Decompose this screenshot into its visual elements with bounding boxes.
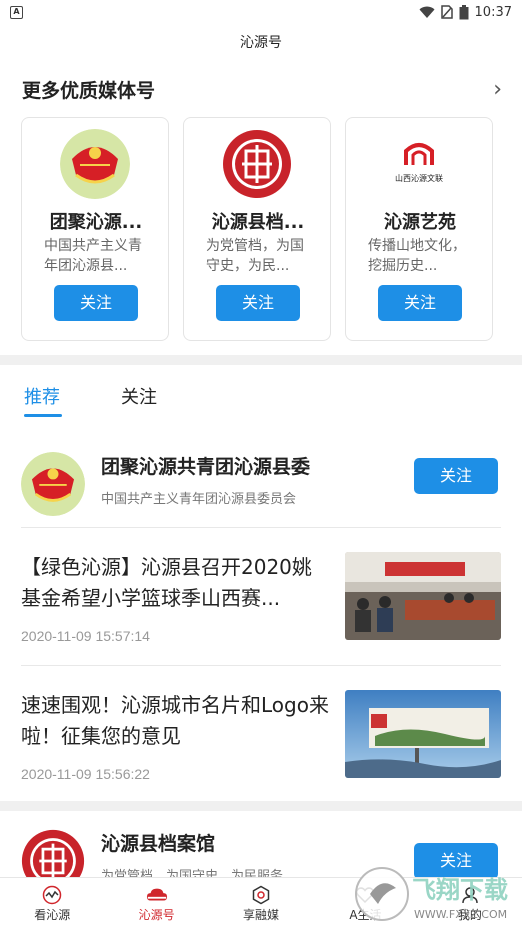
section-separator	[0, 355, 522, 365]
divider	[21, 527, 501, 528]
sim-icon	[440, 5, 453, 19]
wave-icon	[41, 884, 63, 906]
follow-button[interactable]: 关注	[54, 285, 138, 321]
nav-label: A生活	[349, 908, 382, 922]
account-row[interactable]: 团聚沁源共青团沁源县委 中国共产主义青年团沁源县委员会 关注	[0, 442, 522, 526]
follow-button[interactable]: 关注	[216, 285, 300, 321]
nav-label: 享融媒	[243, 908, 280, 922]
nav-label: 我的	[457, 908, 482, 922]
nav-item-look[interactable]: 看沁源	[0, 878, 104, 928]
tab-following[interactable]: 关注	[121, 383, 157, 409]
status-bar: A 10:37	[0, 0, 522, 24]
news-title: 速速围观！沁源城市名片和Logo来啦！征集您的意见	[21, 693, 329, 748]
arts-logo-text: 山西沁源文联	[395, 173, 443, 183]
account-name: 沁源县档案馆	[101, 833, 216, 855]
news-thumbnail	[345, 552, 501, 640]
nav-item-mine[interactable]: 我的	[418, 878, 522, 928]
account-desc: 中国共产主义青年团沁源县委员会	[101, 492, 297, 507]
follow-button[interactable]: 关注	[414, 843, 498, 879]
news-time: 2020-11-09 15:56:22	[21, 766, 150, 782]
page-title: 沁源号	[240, 35, 282, 51]
archives-logo-icon	[222, 129, 292, 199]
nav-item-qinyuanhao[interactable]: 沁源号	[104, 878, 208, 928]
battery-icon	[459, 4, 469, 19]
chevron-right-icon[interactable]: ›	[493, 77, 502, 102]
follow-button[interactable]: 关注	[414, 458, 498, 494]
media-card[interactable]: 沁源县档... 为党管档，为国守史，为民... 关注	[183, 117, 331, 341]
nav-item-life[interactable]: A生活	[313, 878, 417, 928]
media-card-desc: 中国共产主义青年团沁源县...	[44, 238, 142, 274]
divider	[21, 665, 501, 666]
youth-league-logo-icon	[21, 452, 85, 516]
arts-logo-icon: 山西沁源文联	[384, 129, 454, 199]
media-cards: 团聚沁源... 中国共产主义青年团沁源县... 关注 沁源县档... 为党管档，…	[21, 117, 493, 341]
section-separator	[0, 801, 522, 811]
news-item[interactable]: 【绿色沁源】沁源县召开2020姚基金希望小学篮球季山西赛... 2020-11-…	[0, 538, 522, 668]
media-card-name: 沁源县档...	[211, 212, 305, 233]
media-card[interactable]: 团聚沁源... 中国共产主义青年团沁源县... 关注	[21, 117, 169, 341]
hexagon-icon	[250, 884, 272, 906]
clock: 10:37	[474, 4, 512, 20]
news-title: 【绿色沁源】沁源县召开2020姚基金希望小学篮球季山西赛...	[21, 555, 312, 610]
tab-recommend[interactable]: 推荐	[24, 383, 60, 409]
news-item[interactable]: 速速围观！沁源城市名片和Logo来啦！征集您的意见 2020-11-09 15:…	[0, 676, 522, 806]
media-card-desc: 为党管档，为国守史，为民...	[206, 238, 304, 274]
user-icon	[459, 884, 481, 906]
media-card[interactable]: 山西沁源文联 沁源艺苑 传播山地文化，挖掘历史... 关注	[345, 117, 493, 341]
nav-label: 看沁源	[34, 908, 71, 922]
app-notification-icon: A	[10, 5, 23, 19]
bottom-nav: 看沁源 沁源号 享融媒 A生活 我的	[0, 877, 522, 928]
media-section-title: 更多优质媒体号	[22, 80, 156, 102]
cloud-icon	[146, 884, 168, 906]
nav-label: 沁源号	[138, 908, 175, 922]
follow-button[interactable]: 关注	[378, 285, 462, 321]
nav-item-media[interactable]: 享融媒	[209, 878, 313, 928]
media-card-name: 沁源艺苑	[384, 212, 456, 233]
media-section-header: 更多优质媒体号 ›	[22, 76, 502, 103]
youth-league-logo-icon	[60, 129, 130, 199]
news-time: 2020-11-09 15:57:14	[21, 628, 150, 644]
feed-tabs: 推荐 关注	[0, 372, 522, 422]
tab-indicator	[24, 414, 62, 417]
account-name: 团聚沁源共青团沁源县委	[101, 456, 311, 478]
media-card-desc: 传播山地文化，挖掘历史...	[368, 238, 466, 274]
news-thumbnail	[345, 690, 501, 778]
wifi-icon	[419, 6, 435, 18]
media-card-name: 团聚沁源...	[49, 212, 143, 233]
heart-icon	[354, 884, 376, 906]
